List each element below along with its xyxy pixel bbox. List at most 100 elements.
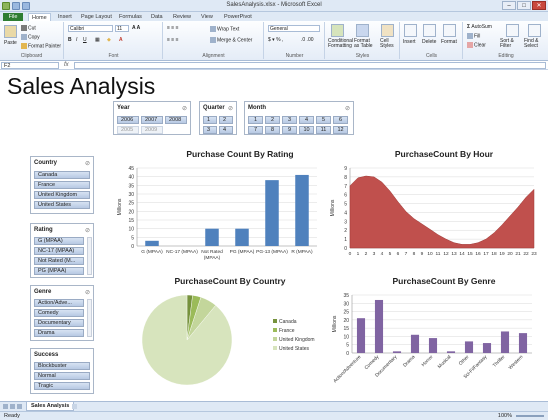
- slicer-month-item[interactable]: 3: [282, 116, 297, 124]
- slicer-year-item[interactable]: 2009: [141, 126, 163, 134]
- borders-icon[interactable]: ▦: [95, 37, 100, 43]
- tab-page-layout[interactable]: Page Layout: [78, 13, 115, 21]
- slicer-quarter-item[interactable]: 4: [219, 126, 233, 134]
- new-sheet-icon[interactable]: [72, 404, 77, 409]
- slicer-month-item[interactable]: 2: [265, 116, 280, 124]
- slicer-month-item[interactable]: 8: [265, 126, 280, 134]
- slicer-quarter-item[interactable]: 2: [219, 116, 233, 124]
- font-name-select[interactable]: Calibri: [68, 25, 113, 32]
- slicer-month-item[interactable]: 9: [282, 126, 297, 134]
- maximize-icon[interactable]: □: [517, 1, 531, 10]
- italic-button[interactable]: I: [76, 37, 77, 43]
- name-box[interactable]: F2: [1, 62, 59, 69]
- insert-cells-button[interactable]: Insert: [403, 39, 416, 45]
- align-left-icon[interactable]: ≡ ≡ ≡: [167, 37, 179, 43]
- slicer-rating-item[interactable]: G (MPAA): [34, 237, 84, 245]
- currency-icon[interactable]: $ ▾ % ,: [268, 37, 283, 43]
- prev-sheet-icon[interactable]: [10, 404, 15, 409]
- format-cells-button[interactable]: Format: [441, 39, 457, 45]
- tab-home[interactable]: Home: [28, 13, 51, 21]
- slicer-genre-item[interactable]: Drama: [34, 329, 84, 337]
- tab-formulas[interactable]: Formulas: [116, 13, 145, 21]
- slicer-rating-item[interactable]: NC-17 (MPAA): [34, 247, 84, 255]
- slicer-success-item[interactable]: Blockbuster: [34, 362, 90, 370]
- slicer-month-item[interactable]: 6: [333, 116, 348, 124]
- scrollbar[interactable]: [87, 237, 92, 275]
- fill-color-icon[interactable]: ◆: [107, 37, 111, 43]
- slicer-country-item[interactable]: Canada: [34, 171, 90, 179]
- underline-button[interactable]: U: [83, 37, 87, 43]
- window-title: SalesAnalysis.xlsx - Microsoft Excel: [226, 2, 322, 8]
- next-sheet-icon[interactable]: [17, 404, 22, 409]
- slicer-country-item[interactable]: United States: [34, 201, 90, 209]
- slicer-year-item[interactable]: 2007: [141, 116, 163, 124]
- decimal-icon[interactable]: .0 .00: [301, 37, 314, 43]
- fx-icon[interactable]: fx: [64, 62, 69, 68]
- font-color-icon[interactable]: A: [119, 37, 123, 43]
- slicer-success-item[interactable]: Normal: [34, 372, 90, 380]
- tab-review[interactable]: Review: [170, 13, 194, 21]
- align-top-icon[interactable]: ≡ ≡ ≡: [167, 25, 179, 31]
- clear-button[interactable]: Clear: [467, 42, 486, 48]
- clear-filter-icon[interactable]: ⊘: [345, 105, 350, 112]
- slicer-rating-item[interactable]: Not Rated (M...: [34, 257, 84, 265]
- tab-data[interactable]: Data: [148, 13, 166, 21]
- conditional-formatting-button[interactable]: Conditional Formatting: [328, 39, 353, 49]
- slicer-country-item[interactable]: France: [34, 181, 90, 189]
- fill-button[interactable]: Fill: [467, 33, 480, 39]
- slicer-month-item[interactable]: 7: [248, 126, 263, 134]
- formula-input[interactable]: [74, 62, 546, 69]
- tab-view[interactable]: View: [198, 13, 216, 21]
- slicer-country-item[interactable]: United Kingdom: [34, 191, 90, 199]
- slicer-month-item[interactable]: 5: [316, 116, 331, 124]
- font-size-select[interactable]: 11: [115, 25, 129, 32]
- delete-cells-button[interactable]: Delete: [422, 39, 436, 45]
- tab-powerpivot[interactable]: PowerPivot: [221, 13, 255, 21]
- zoom-slider[interactable]: [516, 415, 544, 417]
- slicer-quarter-item[interactable]: 3: [203, 126, 217, 134]
- clear-filter-icon[interactable]: ⊘: [85, 160, 90, 167]
- sort-filter-button[interactable]: Sort & Filter: [500, 39, 522, 49]
- slicer-rating-item[interactable]: PG (MPAA): [34, 267, 84, 275]
- slicer-month-item[interactable]: 11: [316, 126, 331, 134]
- slicer-quarter-item[interactable]: 1: [203, 116, 217, 124]
- autosum-button[interactable]: Σ AutoSum: [467, 24, 492, 30]
- clear-filter-icon[interactable]: ⊘: [85, 289, 90, 296]
- hour-x-tick: 7: [405, 251, 408, 257]
- wrap-text-button[interactable]: Wrap Text: [210, 26, 239, 32]
- first-sheet-icon[interactable]: [3, 404, 8, 409]
- paste-icon[interactable]: [4, 25, 17, 38]
- clear-filter-icon[interactable]: ⊘: [85, 227, 90, 234]
- cell-styles-button[interactable]: Cell Styles: [380, 39, 398, 49]
- bold-button[interactable]: B: [68, 37, 72, 43]
- slicer-year-item[interactable]: 2006: [117, 116, 139, 124]
- slicer-month-item[interactable]: 12: [333, 126, 348, 134]
- tab-file[interactable]: File: [3, 13, 23, 21]
- clear-filter-icon[interactable]: ⊘: [182, 105, 187, 112]
- scrollbar[interactable]: [87, 299, 92, 337]
- format-table-button[interactable]: Format as Table: [354, 39, 374, 49]
- grow-font-icon[interactable]: A A: [132, 25, 140, 31]
- find-select-button[interactable]: Find & Select: [524, 39, 546, 49]
- paste-button[interactable]: Paste: [4, 40, 17, 46]
- format-painter-button[interactable]: Format Painter: [21, 43, 61, 49]
- slicer-month-item[interactable]: 1: [248, 116, 263, 124]
- slicer-month-item[interactable]: 4: [299, 116, 314, 124]
- cut-button[interactable]: Cut: [21, 25, 36, 31]
- merge-center-button[interactable]: Merge & Center: [210, 37, 252, 43]
- close-icon[interactable]: ✕: [532, 1, 546, 10]
- sheet-tab-sales-analysis[interactable]: Sales Analysis: [26, 402, 75, 411]
- minimize-icon[interactable]: –: [502, 1, 516, 10]
- slicer-genre-item[interactable]: Documentary: [34, 319, 84, 327]
- slicer-year-item[interactable]: 2008: [165, 116, 187, 124]
- slicer-genre-item[interactable]: Action/Adve...: [34, 299, 84, 307]
- zoom-level[interactable]: 100%: [498, 413, 512, 419]
- number-format-select[interactable]: General: [268, 25, 320, 32]
- slicer-month-item[interactable]: 10: [299, 126, 314, 134]
- slicer-genre-item[interactable]: Comedy: [34, 309, 84, 317]
- copy-button[interactable]: Copy: [21, 34, 40, 40]
- tab-insert[interactable]: Insert: [55, 13, 75, 21]
- clear-filter-icon[interactable]: ⊘: [228, 105, 233, 112]
- slicer-success-item[interactable]: Tragic: [34, 382, 90, 390]
- slicer-year-item[interactable]: 2005: [117, 126, 139, 134]
